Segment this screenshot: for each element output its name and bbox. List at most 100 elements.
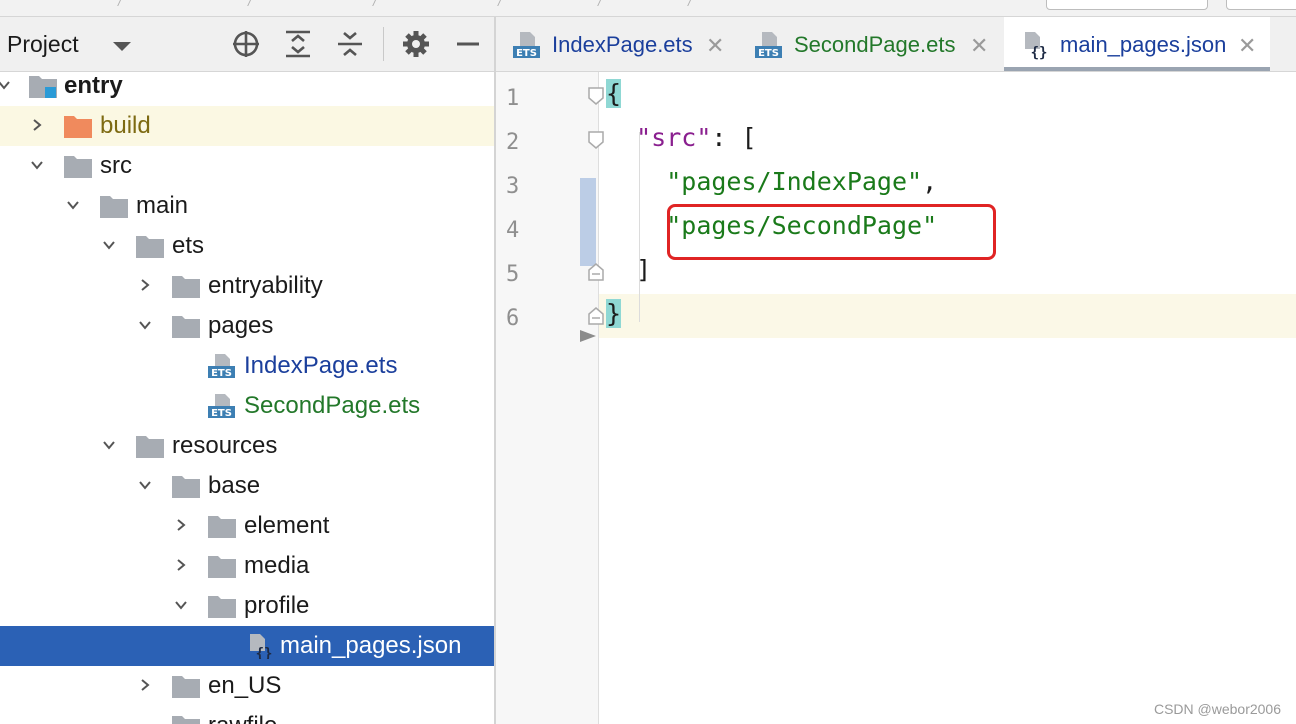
json-file-icon: {} [1025,32,1048,60]
tree-item-entryability[interactable]: entryability [0,266,494,306]
tree-item-main[interactable]: main [0,186,494,226]
chevron-right-icon[interactable] [174,558,188,572]
expand-all-icon[interactable] [283,29,313,59]
chevron-down-icon[interactable] [0,78,11,92]
change-marker[interactable] [580,178,596,266]
svg-text:{}: {} [1031,45,1048,60]
ets-file-icon: ETS [513,32,540,59]
code-line-5[interactable]: ] [606,255,651,284]
tree-item-label: pages [208,312,274,339]
minimize-icon[interactable] [453,29,483,59]
chevron-right-icon[interactable] [30,118,44,132]
folder-icon [172,476,200,498]
tree-item-indexpage[interactable]: ETS IndexPage.ets [0,346,494,386]
tab-indexpage[interactable]: ETS IndexPage.ets ✕ [496,17,734,71]
editor-area: ETS IndexPage.ets ✕ ETS SecondPage.ets ✕… [496,17,1296,724]
tree-item-ets[interactable]: ets [0,226,494,266]
chevron-down-icon[interactable] [30,158,44,172]
close-icon[interactable]: ✕ [970,33,988,59]
breadcrumb-separator [687,0,694,6]
tree-item-en-us[interactable]: en_US [0,666,494,706]
ets-file-icon: ETS [208,394,235,419]
module-folder-icon [29,76,57,98]
folder-icon [100,196,128,218]
svg-text:{}: {} [256,646,273,659]
code-token: ] [636,255,652,284]
close-icon[interactable]: ✕ [1238,33,1256,59]
tree-item-pages[interactable]: pages [0,306,494,346]
code-line-2[interactable]: "src": [ [606,123,757,152]
tree-item-main-pages-json[interactable]: {} main_pages.json [0,626,494,666]
folder-icon [172,676,200,698]
chevron-right-icon[interactable] [174,518,188,532]
chevron-down-icon[interactable] [113,42,131,51]
chevron-down-icon[interactable] [102,238,116,252]
chevron-down-icon[interactable] [174,598,188,612]
gear-icon[interactable] [401,29,431,59]
code-line-3[interactable]: "pages/IndexPage", [606,167,937,196]
watermark: CSDN @webor2006 [1153,701,1281,717]
caret-marker-icon [580,330,596,342]
tree-item-label: main_pages.json [280,632,462,659]
tab-label: IndexPage.ets [552,32,693,57]
tree-item-label: IndexPage.ets [244,352,398,379]
navigation-bar [0,0,1296,17]
tree-item-label: resources [172,432,278,459]
svg-text:ETS: ETS [211,368,232,379]
tree-item-src[interactable]: src [0,146,494,186]
code-token: , [922,167,938,196]
chevron-right-icon[interactable] [138,678,152,692]
fold-icon[interactable] [588,131,604,149]
locate-icon[interactable] [231,29,261,59]
folder-icon [136,236,164,258]
code-line-1[interactable]: { [606,79,622,108]
tree-item-resources[interactable]: resources [0,426,494,466]
annotation-highlight-box [667,204,996,260]
tree-item-secondpage[interactable]: ETS SecondPage.ets [0,386,494,426]
tree-item-build[interactable]: build [0,106,494,146]
tree-item-entry[interactable]: entry [0,66,494,106]
folder-icon [172,316,200,338]
tree-item-label: entryability [208,272,323,299]
tree-item-label: element [244,512,330,539]
toolbar-divider [383,27,384,61]
project-view-selector[interactable]: Project [7,31,79,58]
close-icon[interactable]: ✕ [706,33,724,59]
json-file-icon: {} [250,634,273,659]
tree-item-label: SecondPage.ets [244,392,421,419]
tree-item-label: src [100,152,132,179]
tree-item-label: en_US [208,672,282,699]
chevron-down-icon[interactable] [138,478,152,492]
breadcrumb-separator [247,0,254,6]
device-button[interactable] [1226,0,1296,10]
tree-item-label: rawfile [208,712,277,724]
code-token: : [ [711,123,757,152]
tree-item-profile[interactable]: profile [0,586,494,626]
fold-end-icon[interactable] [588,263,604,281]
tree-item-element[interactable]: element [0,506,494,546]
code-line-6[interactable]: } [606,299,622,328]
fold-icon[interactable] [588,87,604,105]
breadcrumb-separator [372,0,379,6]
fold-end-icon[interactable] [588,307,604,325]
line-number: 5 [506,262,520,287]
tree-item-label: ets [172,232,205,259]
chevron-down-icon[interactable] [66,198,80,212]
chevron-right-icon[interactable] [138,278,152,292]
tree-item-media[interactable]: media [0,546,494,586]
chevron-down-icon[interactable] [138,318,152,332]
tab-main-pages-json[interactable]: {} main_pages.json ✕ [1004,17,1270,71]
chevron-down-icon[interactable] [102,438,116,452]
tree-item-base[interactable]: base [0,466,494,506]
svg-text:ETS: ETS [516,48,537,59]
active-tab-indicator [1004,67,1270,71]
tree-item-label: entry [64,72,123,99]
tab-secondpage[interactable]: ETS SecondPage.ets ✕ [738,17,1000,71]
run-config-button[interactable] [1046,0,1208,10]
collapse-all-icon[interactable] [335,29,365,59]
tab-label: main_pages.json [1060,32,1227,57]
project-panel-header: Project [0,17,494,72]
tree-item-rawfile[interactable]: rawfile [0,706,494,724]
line-number: 2 [506,130,520,155]
breadcrumb-separator [117,0,124,6]
